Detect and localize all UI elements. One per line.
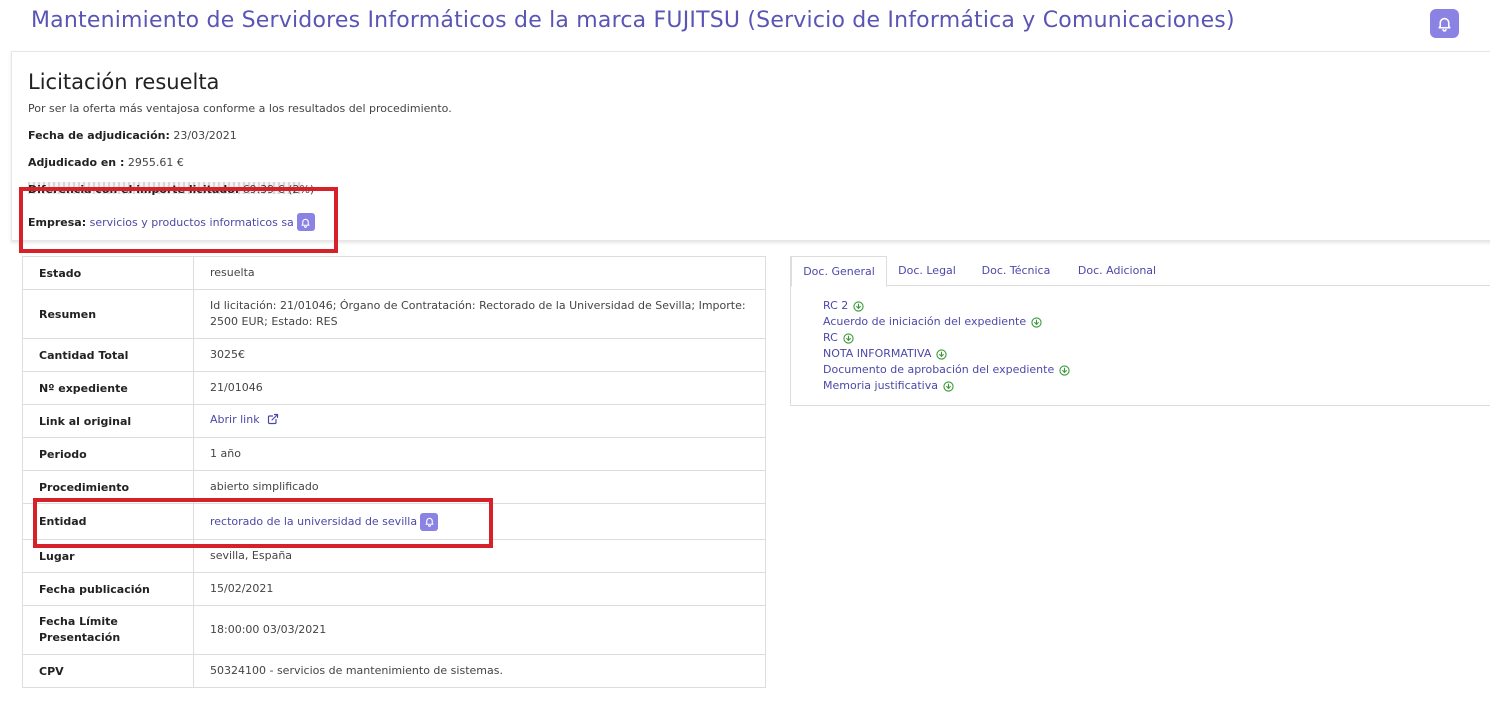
award-difference-label: Diferencia con el importe licitado: — [28, 183, 240, 196]
document-link[interactable]: Documento de aprobación del expediente — [823, 362, 1070, 378]
row-label: Estado — [22, 256, 194, 290]
award-date-label: Fecha de adjudicación: — [28, 129, 170, 142]
notify-bell-button[interactable] — [1430, 9, 1459, 38]
table-row: Fecha Límite Presentación 18:00:00 03/03… — [22, 605, 766, 655]
document-name[interactable]: Documento de aprobación del expediente — [823, 362, 1054, 378]
tab-doc-legal[interactable]: Doc. Legal — [890, 256, 964, 286]
document-tabs: Doc. General Doc. Legal Doc. Técnica Doc… — [791, 256, 1490, 287]
award-amount-value: 2955.61 € — [127, 156, 184, 169]
entity-link[interactable]: rectorado de la universidad de sevilla — [210, 514, 417, 530]
document-link[interactable]: NOTA INFORMATIVA — [823, 346, 1070, 362]
row-value: sevilla, España — [193, 539, 766, 573]
tab-doc-adicional[interactable]: Doc. Adicional — [1071, 256, 1163, 286]
document-list: RC 2 Acuerdo de iniciación del expedient… — [823, 298, 1070, 394]
document-link[interactable]: Memoria justificativa — [823, 378, 1070, 394]
award-company-link[interactable]: servicios y productos informaticos sa — [90, 216, 294, 229]
document-name[interactable]: RC — [823, 330, 838, 346]
row-label: Periodo — [22, 437, 194, 471]
row-value: rectorado de la universidad de sevilla — [193, 503, 766, 540]
open-link[interactable]: Abrir link — [210, 413, 260, 426]
row-label: Nº expediente — [22, 371, 194, 405]
table-row: Entidad rectorado de la universidad de s… — [22, 503, 766, 540]
document-name[interactable]: Memoria justificativa — [823, 378, 938, 394]
bell-icon — [425, 517, 434, 527]
download-icon[interactable] — [943, 380, 954, 392]
award-difference-value: 69.39 € (2%) — [242, 183, 315, 196]
table-row: Lugar sevilla, España — [22, 539, 766, 573]
bell-icon — [301, 218, 310, 228]
table-row: CPV 50324100 - servicios de mantenimient… — [22, 654, 766, 688]
document-name[interactable]: RC 2 — [823, 298, 848, 314]
table-row: Nº expediente 21/01046 — [22, 371, 766, 405]
page-title: Mantenimiento de Servidores Informáticos… — [31, 8, 1235, 33]
award-date-value: 23/03/2021 — [173, 129, 237, 142]
table-row: Procedimiento abierto simplificado — [22, 470, 766, 504]
summary-line-2: 2500 EUR; Estado: RES — [210, 315, 338, 328]
table-row: Periodo 1 año — [22, 437, 766, 471]
deadline-label-1: Fecha Límite — [39, 615, 118, 628]
row-label: Lugar — [22, 539, 194, 573]
award-difference: Diferencia con el importe licitado: 69.3… — [28, 183, 314, 196]
tab-doc-general[interactable]: Doc. General — [791, 256, 887, 287]
row-value: 15/02/2021 — [193, 572, 766, 606]
award-date: Fecha de adjudicación: 23/03/2021 — [28, 129, 237, 142]
award-card: Licitación resuelta Por ser la oferta má… — [11, 51, 1490, 241]
row-value: Abrir link — [193, 404, 766, 438]
award-company-label: Empresa: — [28, 215, 87, 229]
table-row: Cantidad Total 3025€ — [22, 338, 766, 372]
row-label: Link al original — [22, 404, 194, 438]
document-link[interactable]: RC — [823, 330, 1070, 346]
row-value: 50324100 - servicios de mantenimiento de… — [193, 654, 766, 688]
document-link[interactable]: RC 2 — [823, 298, 1070, 314]
award-title: Licitación resuelta — [28, 70, 220, 94]
table-row: Link al original Abrir link — [22, 404, 766, 438]
row-label: Cantidad Total — [22, 338, 194, 372]
row-label: Procedimiento — [22, 470, 194, 504]
row-label: Entidad — [22, 503, 194, 540]
download-icon[interactable] — [1031, 316, 1042, 328]
row-value: Id licitación: 21/01046; Órgano de Contr… — [193, 289, 766, 339]
document-name[interactable]: NOTA INFORMATIVA — [823, 346, 931, 362]
download-icon[interactable] — [1059, 364, 1070, 376]
document-name[interactable]: Acuerdo de iniciación del expediente — [823, 314, 1026, 330]
table-row: Estado resuelta — [22, 256, 766, 290]
award-company: Empresa: servicios y productos informati… — [28, 213, 315, 231]
entity-bell-button[interactable] — [420, 512, 439, 531]
row-label: CPV — [22, 654, 194, 688]
row-value: 18:00:00 03/03/2021 — [193, 605, 766, 655]
award-amount: Adjudicado en : 2955.61 € — [28, 156, 184, 169]
row-label: Resumen — [22, 289, 194, 339]
row-value: abierto simplificado — [193, 470, 766, 504]
row-value: 1 año — [193, 437, 766, 471]
row-value: 21/01046 — [193, 371, 766, 405]
documents-panel: Doc. General Doc. Legal Doc. Técnica Doc… — [790, 256, 1490, 406]
tab-doc-tecnica[interactable]: Doc. Técnica — [973, 256, 1059, 286]
table-row: Resumen Id licitación: 21/01046; Órgano … — [22, 289, 766, 339]
row-label: Fecha Límite Presentación — [22, 605, 194, 655]
document-link[interactable]: Acuerdo de iniciación del expediente — [823, 314, 1070, 330]
deadline-label-2: Presentación — [39, 631, 121, 644]
download-icon[interactable] — [853, 300, 864, 312]
table-row: Fecha publicación 15/02/2021 — [22, 572, 766, 606]
details-table: Estado resuelta Resumen Id licitación: 2… — [22, 256, 766, 688]
download-icon[interactable] — [936, 348, 947, 360]
row-value: resuelta — [210, 266, 255, 279]
award-subtitle: Por ser la oferta más ventajosa conforme… — [28, 102, 452, 115]
row-value: 3025€ — [193, 338, 766, 372]
award-amount-label: Adjudicado en : — [28, 156, 125, 169]
download-icon[interactable] — [843, 332, 854, 344]
company-bell-button[interactable] — [296, 213, 315, 231]
external-link-icon[interactable] — [267, 413, 279, 430]
row-label: Fecha publicación — [22, 572, 194, 606]
summary-line-1: Id licitación: 21/01046; Órgano de Contr… — [210, 299, 746, 312]
bell-icon — [1438, 17, 1451, 32]
